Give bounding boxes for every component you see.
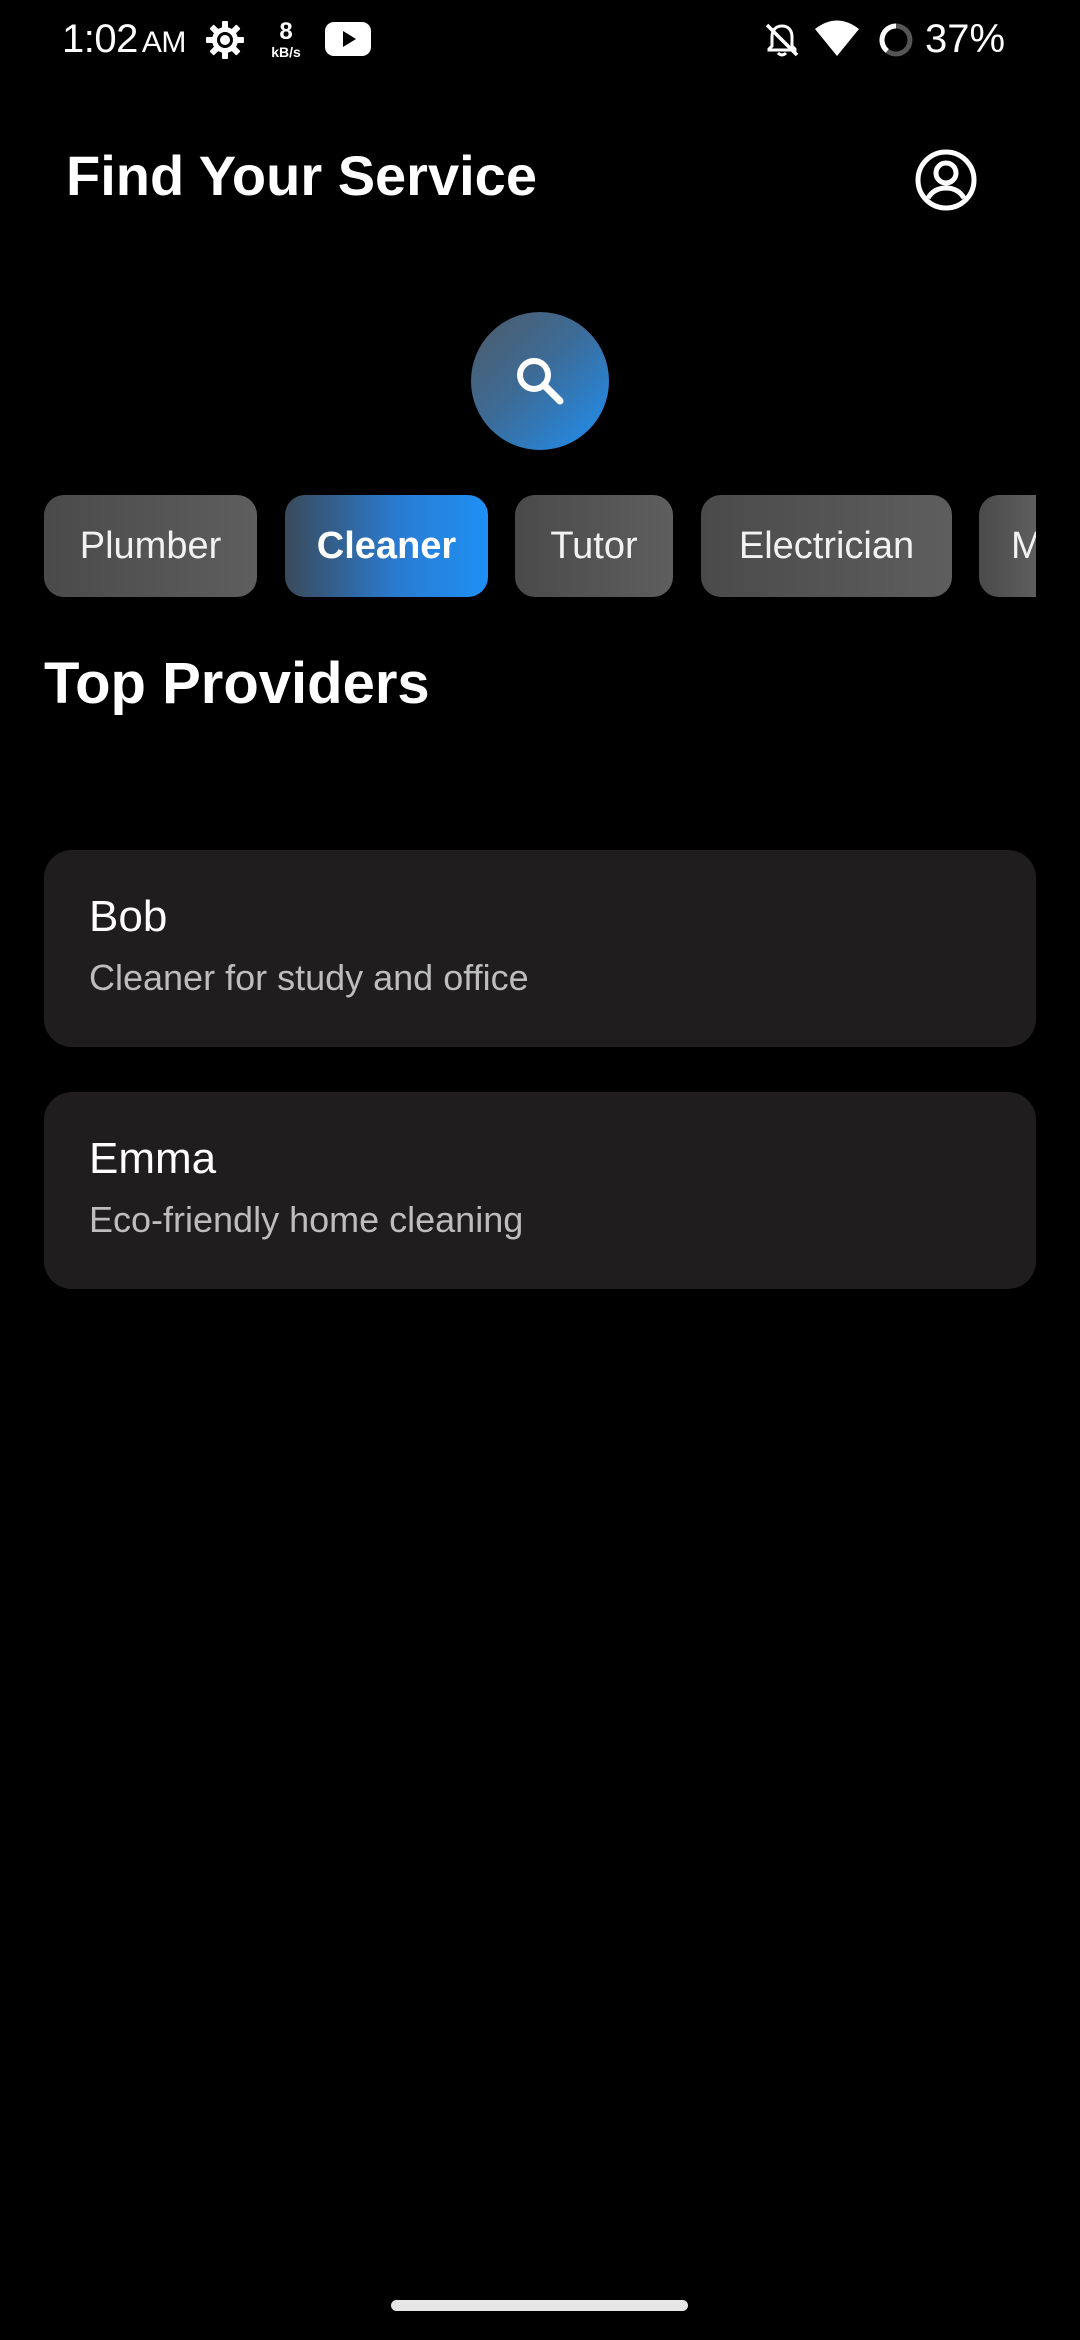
- wifi-icon: [815, 20, 859, 56]
- network-speed-value: 8: [279, 18, 293, 45]
- category-chips: Plumber Cleaner Tutor Electrician M: [44, 495, 1036, 597]
- gear-icon: [206, 21, 244, 59]
- provider-card[interactable]: Emma Eco-friendly home cleaning: [44, 1092, 1036, 1289]
- network-speed-unit: kB/s: [271, 44, 301, 60]
- youtube-icon: [325, 22, 371, 56]
- network-speed: 8 kB/s: [266, 18, 306, 60]
- chip-cleaner[interactable]: Cleaner: [285, 495, 488, 597]
- search-icon: [517, 358, 564, 405]
- status-bar: 1:02 AM 8 kB/s 37%: [0, 0, 1080, 80]
- bell-off-icon: [765, 23, 799, 57]
- home-indicator[interactable]: [391, 2300, 688, 2311]
- provider-card[interactable]: Bob Cleaner for study and office: [44, 850, 1036, 1047]
- provider-description: Cleaner for study and office: [89, 957, 529, 998]
- battery-icon: [879, 23, 913, 57]
- section-title: Top Providers: [44, 651, 430, 716]
- chip-plumber[interactable]: Plumber: [44, 495, 257, 597]
- status-time-ampm: AM: [141, 26, 187, 59]
- provider-description: Eco-friendly home cleaning: [89, 1199, 524, 1240]
- chip-tutor[interactable]: Tutor: [515, 495, 673, 597]
- battery-percentage: 37%: [925, 17, 1006, 61]
- search-button[interactable]: [471, 312, 609, 450]
- provider-name: Emma: [89, 1134, 217, 1183]
- profile-button[interactable]: [914, 148, 978, 212]
- provider-name: Bob: [89, 892, 168, 941]
- status-time: 1:02 AM: [62, 14, 186, 68]
- chip-electrician[interactable]: Electrician: [701, 495, 952, 597]
- chip-partial[interactable]: M: [979, 495, 1036, 597]
- account-circle-icon: [915, 149, 977, 211]
- status-time-value: 1:02: [62, 17, 138, 61]
- page-title: Find Your Service: [66, 144, 537, 207]
